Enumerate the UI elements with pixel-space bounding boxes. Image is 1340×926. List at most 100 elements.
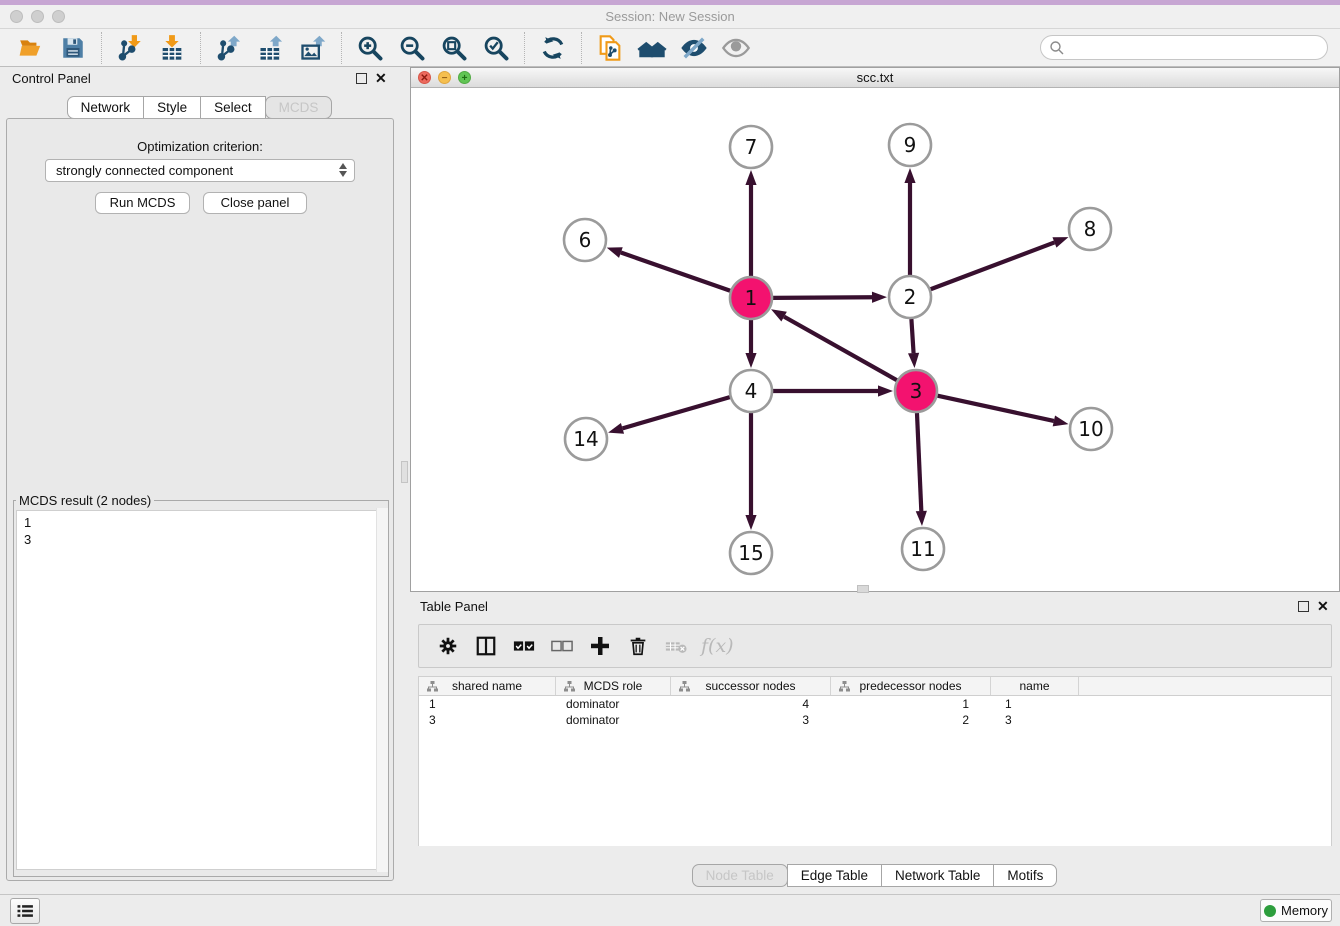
network-minimize-icon[interactable]: − — [438, 71, 451, 84]
control-panel-close-icon[interactable]: ✕ — [375, 73, 387, 84]
refresh-icon[interactable] — [538, 33, 568, 63]
mcds-result-text[interactable]: 13 — [16, 510, 386, 870]
graph-edge-4-15[interactable] — [745, 413, 756, 530]
tab-select[interactable]: Select — [200, 96, 266, 119]
graph-edge-2-3[interactable] — [908, 319, 919, 368]
horizontal-splitter-grip[interactable] — [857, 585, 869, 593]
table-panel-float-icon[interactable] — [1298, 601, 1309, 612]
graph-node-7[interactable]: 7 — [730, 126, 772, 168]
column-layout-icon[interactable] — [473, 633, 499, 659]
table-settings-gear-icon[interactable] — [435, 633, 461, 659]
hide-selected-icon[interactable] — [679, 33, 709, 63]
graph-node-15[interactable]: 15 — [730, 532, 772, 574]
deselect-all-checkboxes-icon[interactable] — [549, 633, 575, 659]
tab-mcds[interactable]: MCDS — [265, 96, 333, 119]
vertical-splitter-grip[interactable] — [401, 461, 408, 483]
column-header-predecessor-nodes[interactable]: predecessor nodes — [831, 677, 991, 695]
table-row[interactable]: 1dominator411 — [419, 696, 1331, 712]
table-row[interactable]: 3dominator323 — [419, 712, 1331, 728]
graph-edge-1-4[interactable] — [745, 320, 756, 368]
open-session-icon[interactable] — [16, 33, 46, 63]
column-label: shared name — [452, 679, 522, 693]
criterion-select[interactable]: strongly connected component — [45, 159, 355, 182]
table-cell[interactable]: 4 — [671, 696, 831, 712]
graph-node-14[interactable]: 14 — [565, 418, 607, 460]
graph-edge-1-6[interactable] — [607, 247, 731, 290]
tab-network-table[interactable]: Network Table — [881, 864, 994, 887]
table-cell[interactable]: 3 — [671, 712, 831, 728]
column-header-shared-name[interactable]: shared name — [419, 677, 556, 695]
table-cell[interactable]: dominator — [556, 696, 671, 712]
graph-edge-3-10[interactable] — [937, 396, 1068, 427]
table-panel-close-icon[interactable]: ✕ — [1317, 601, 1329, 612]
save-session-icon[interactable] — [58, 33, 88, 63]
graph-edge-2-8[interactable] — [931, 237, 1069, 289]
graph-edge-3-11[interactable] — [916, 413, 927, 526]
delete-column-trash-icon[interactable] — [625, 633, 651, 659]
search-box — [1040, 35, 1328, 60]
run-mcds-button[interactable]: Run MCDS — [95, 192, 190, 214]
graph-node-1[interactable]: 1 — [730, 277, 772, 319]
graph-node-9[interactable]: 9 — [889, 124, 931, 166]
graph-node-10[interactable]: 10 — [1070, 408, 1112, 450]
control-panel-float-icon[interactable] — [356, 73, 367, 84]
graph-node-6[interactable]: 6 — [564, 219, 606, 261]
network-window-titlebar[interactable]: ✕ − + scc.txt — [411, 68, 1339, 88]
delete-table-icon[interactable] — [663, 633, 689, 659]
graph-edge-3-1[interactable] — [771, 309, 897, 380]
graph-edge-4-3[interactable] — [773, 385, 893, 396]
result-scrollbar[interactable] — [376, 508, 388, 872]
graph-edge-2-9[interactable] — [904, 168, 915, 275]
column-header-successor-nodes[interactable]: successor nodes — [671, 677, 831, 695]
zoom-selected-icon[interactable] — [481, 33, 511, 63]
network-maximize-icon[interactable]: + — [458, 71, 471, 84]
table-cell[interactable]: 3 — [991, 712, 1079, 728]
add-column-icon[interactable] — [587, 633, 613, 659]
memory-button[interactable]: Memory — [1260, 899, 1332, 922]
table-cell[interactable]: 1 — [419, 696, 556, 712]
window-minimize-button[interactable] — [31, 10, 44, 23]
network-close-icon[interactable]: ✕ — [418, 71, 431, 84]
graph-node-4[interactable]: 4 — [730, 370, 772, 412]
show-all-icon[interactable] — [721, 33, 751, 63]
svg-text:14: 14 — [573, 427, 598, 451]
function-builder-icon[interactable]: f(x) — [701, 635, 734, 657]
window-close-button[interactable] — [10, 10, 23, 23]
export-network-icon[interactable] — [214, 33, 244, 63]
close-panel-button[interactable]: Close panel — [203, 192, 307, 214]
clone-network-icon[interactable] — [595, 33, 625, 63]
tab-style[interactable]: Style — [143, 96, 201, 119]
window-zoom-button[interactable] — [52, 10, 65, 23]
tab-network[interactable]: Network — [67, 96, 145, 119]
zoom-fit-icon[interactable] — [439, 33, 469, 63]
select-all-checkboxes-icon[interactable] — [511, 633, 537, 659]
column-header-mcds-role[interactable]: MCDS role — [556, 677, 671, 695]
graph-edge-1-7[interactable] — [745, 170, 756, 276]
graph-node-11[interactable]: 11 — [902, 528, 944, 570]
first-neighbors-icon[interactable] — [637, 33, 667, 63]
table-cell[interactable]: 1 — [831, 696, 991, 712]
import-table-icon[interactable] — [157, 33, 187, 63]
tab-node-table[interactable]: Node Table — [692, 864, 788, 887]
zoom-out-icon[interactable] — [397, 33, 427, 63]
graph-node-3[interactable]: 3 — [895, 370, 937, 412]
column-header-name[interactable]: name — [991, 677, 1079, 695]
task-history-button[interactable] — [10, 898, 40, 924]
table-cell[interactable]: dominator — [556, 712, 671, 728]
graph-edge-4-14[interactable] — [608, 397, 730, 434]
export-table-icon[interactable] — [256, 33, 286, 63]
graph-node-8[interactable]: 8 — [1069, 208, 1111, 250]
table-cell[interactable]: 1 — [991, 696, 1079, 712]
tab-edge-table[interactable]: Edge Table — [787, 864, 882, 887]
table-cell[interactable]: 3 — [419, 712, 556, 728]
import-network-icon[interactable] — [115, 33, 145, 63]
export-image-icon[interactable] — [298, 33, 328, 63]
zoom-in-icon[interactable] — [355, 33, 385, 63]
search-input[interactable] — [1065, 38, 1327, 58]
graph-node-2[interactable]: 2 — [889, 276, 931, 318]
table-cell[interactable]: 2 — [831, 712, 991, 728]
window-title: Session: New Session — [0, 5, 1340, 28]
graph-edge-1-2[interactable] — [773, 292, 887, 303]
network-canvas[interactable]: 7 9 6 8 1 2 4 3 14 10 15 11 — [411, 88, 1339, 591]
tab-motifs[interactable]: Motifs — [993, 864, 1057, 887]
